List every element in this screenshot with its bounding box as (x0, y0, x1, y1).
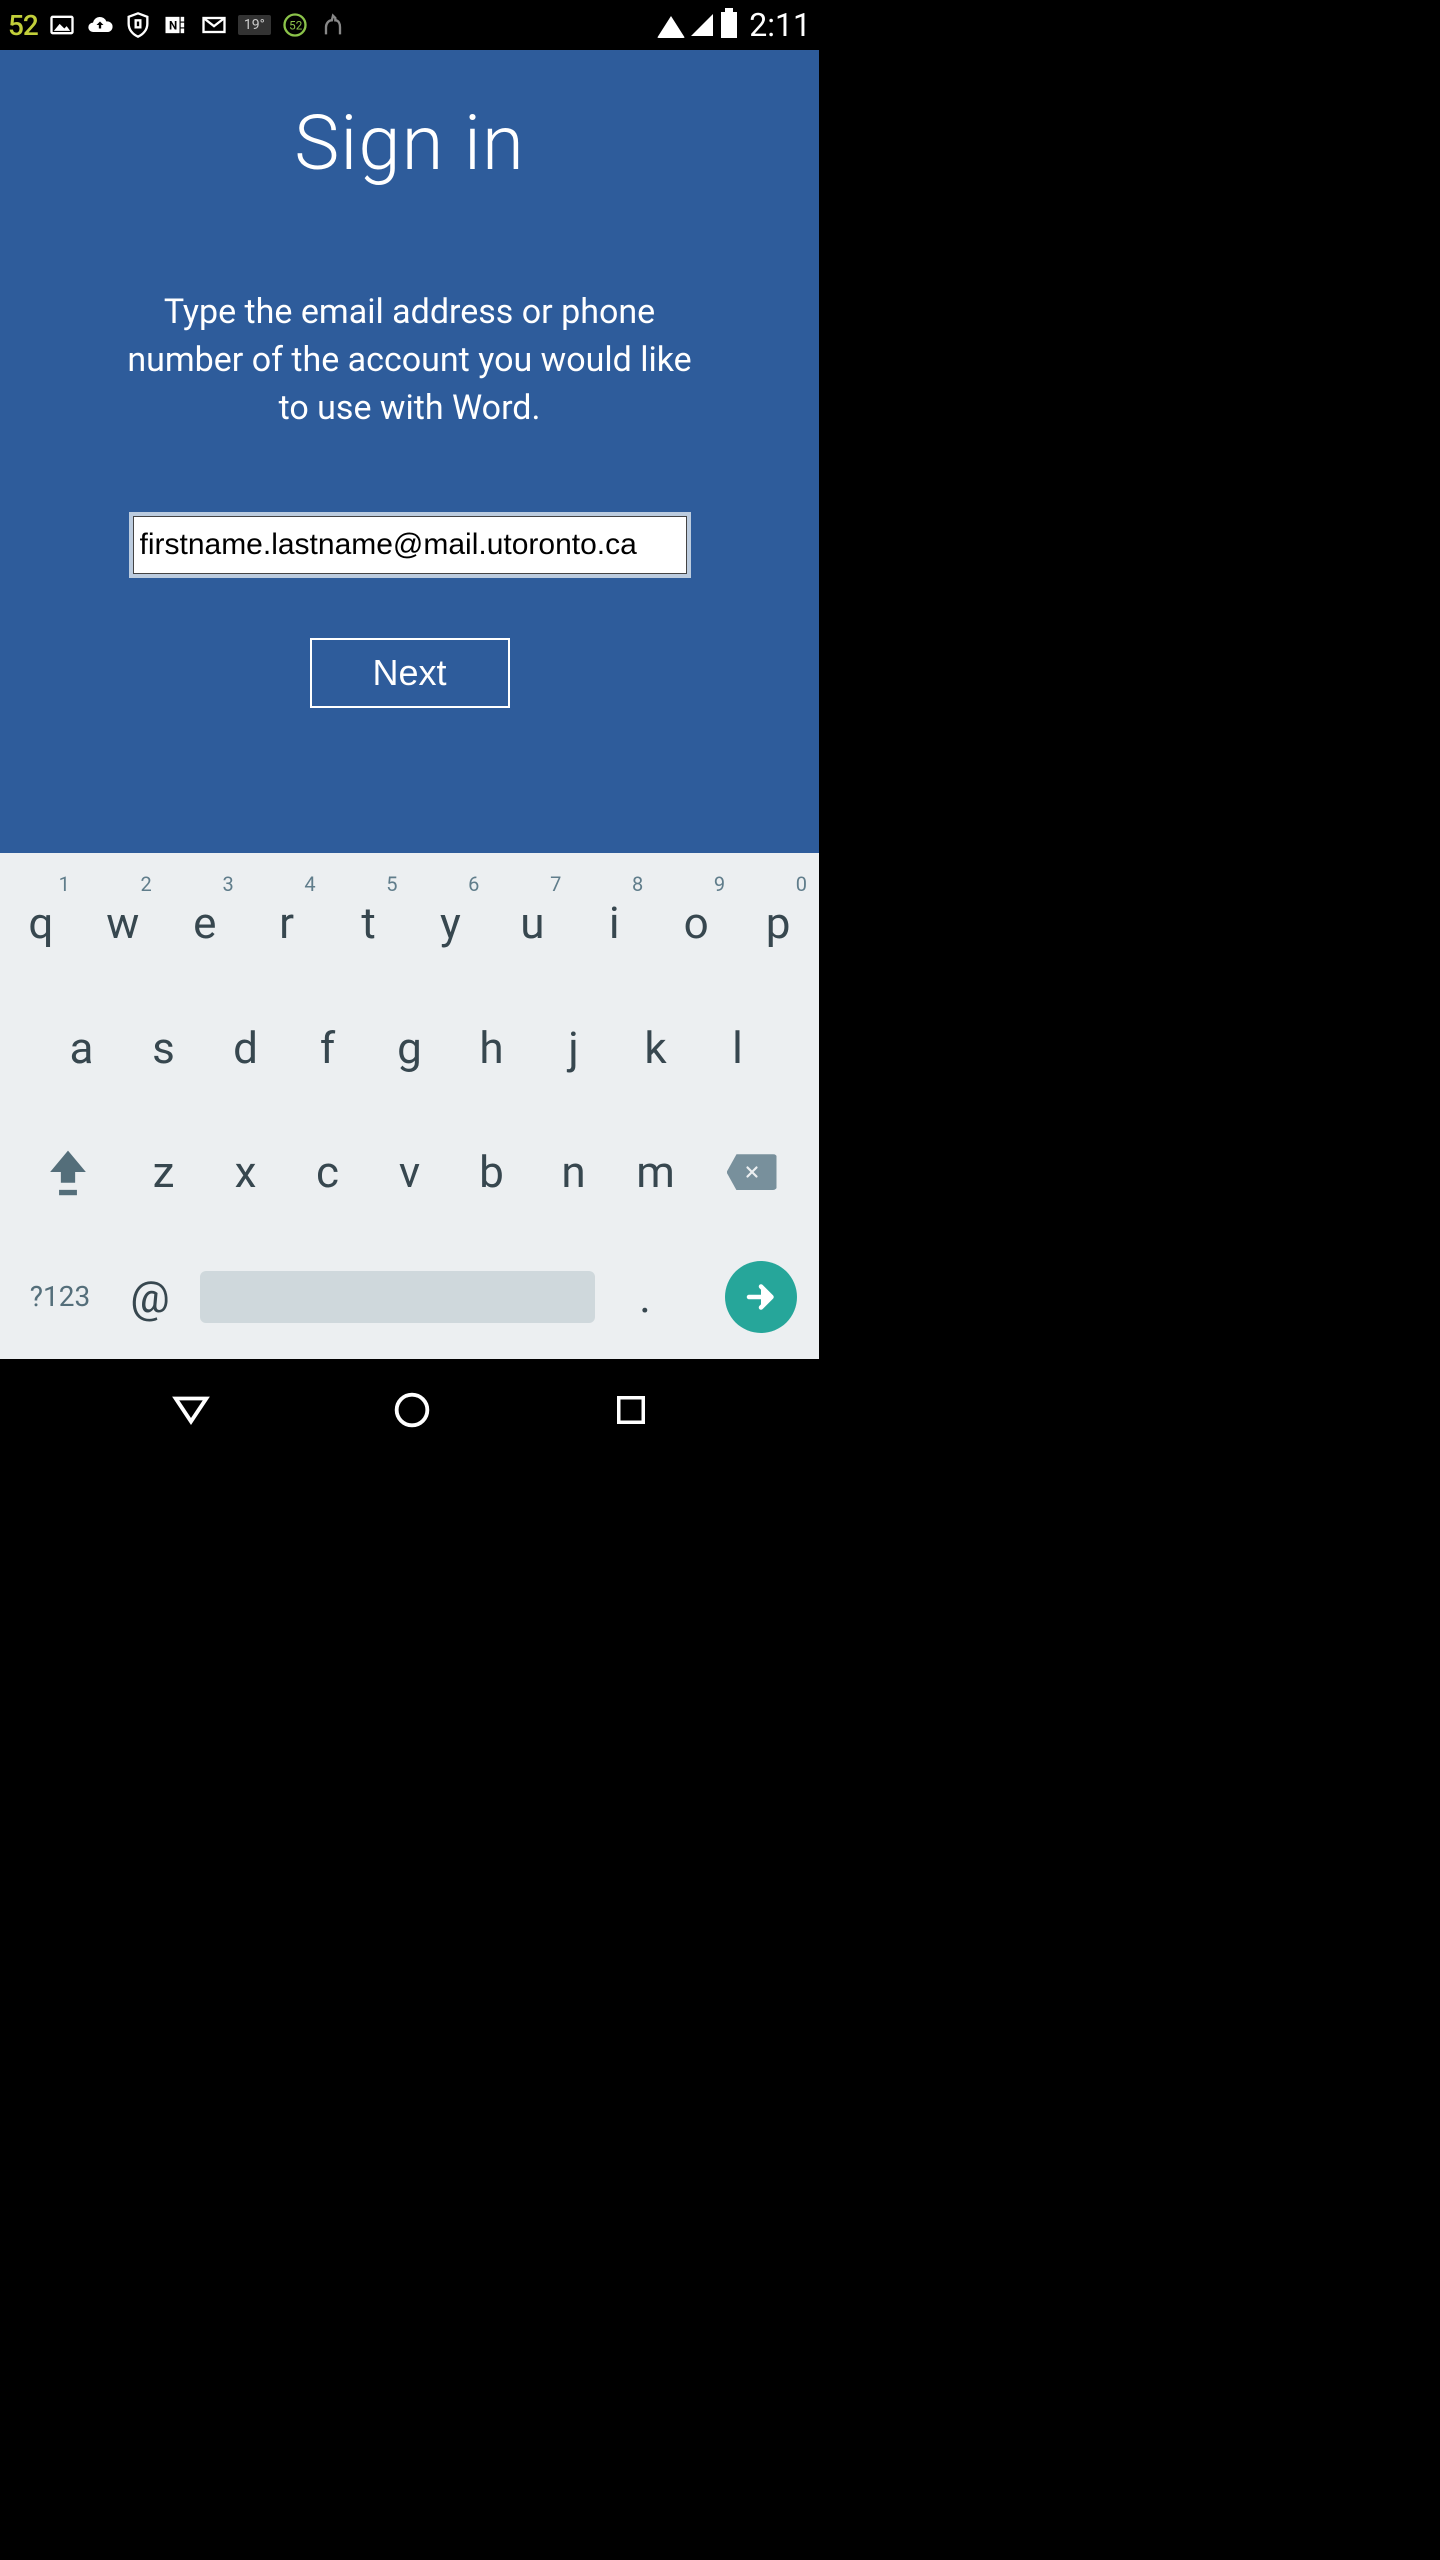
key-w[interactable]: 2w (82, 868, 164, 978)
key-y[interactable]: 6y (410, 868, 492, 978)
status-bar: 52 N 19° 52 2:11 (0, 0, 819, 50)
weather-temp: 19° (238, 15, 271, 35)
cloud-upload-icon (86, 11, 114, 39)
key-p[interactable]: 0p (737, 868, 819, 978)
email-field-wrap (129, 512, 691, 578)
key-h[interactable]: h (451, 993, 533, 1103)
android-nav-bar (0, 1359, 819, 1464)
key-i[interactable]: 8i (573, 868, 655, 978)
keyboard-row-2: asdfghjkl (0, 986, 819, 1111)
spacebar-key[interactable] (200, 1271, 595, 1323)
key-b[interactable]: b (451, 1117, 533, 1227)
svg-text:N: N (169, 19, 177, 33)
shield-icon (124, 11, 152, 39)
key-a[interactable]: a (41, 993, 123, 1103)
image-icon (48, 11, 76, 39)
llama-icon (319, 11, 347, 39)
onenote-icon: N (162, 11, 190, 39)
period-key[interactable]: . (605, 1271, 685, 1323)
clock: 2:11 (749, 6, 811, 44)
back-button[interactable] (168, 1387, 214, 1437)
at-key[interactable]: @ (110, 1271, 190, 1323)
instruction-text: Type the email address or phone number o… (110, 288, 710, 432)
key-d[interactable]: d (205, 993, 287, 1103)
key-f[interactable]: f (287, 993, 369, 1103)
key-r[interactable]: 4r (246, 868, 328, 978)
key-e[interactable]: 3e (164, 868, 246, 978)
symbols-key[interactable]: ?123 (10, 1280, 110, 1313)
shift-key[interactable] (13, 1147, 123, 1197)
key-m[interactable]: m (615, 1117, 697, 1227)
key-c[interactable]: c (287, 1117, 369, 1227)
key-o[interactable]: 9o (655, 868, 737, 978)
key-l[interactable]: l (697, 993, 779, 1103)
battery-icon (721, 12, 737, 38)
keyboard-row-1: 1q2w3e4r5t6y7u8i9o0p (0, 861, 819, 986)
key-j[interactable]: j (533, 993, 615, 1103)
backspace-key[interactable] (697, 1154, 807, 1190)
notification-count: 52 (8, 9, 38, 42)
page-title: Sign in (294, 98, 524, 188)
key-u[interactable]: 7u (491, 868, 573, 978)
key-q[interactable]: 1q (0, 868, 82, 978)
keyboard-row-3: zxcvbnm (0, 1110, 819, 1235)
status-left: 52 N 19° 52 (8, 9, 657, 42)
recents-button[interactable] (610, 1389, 652, 1435)
key-x[interactable]: x (205, 1117, 287, 1227)
gmail-icon (200, 11, 228, 39)
on-screen-keyboard: 1q2w3e4r5t6y7u8i9o0p asdfghjkl zxcvbnm ?… (0, 853, 819, 1359)
key-t[interactable]: 5t (328, 868, 410, 978)
key-k[interactable]: k (615, 993, 697, 1103)
next-button[interactable]: Next (310, 638, 510, 708)
wifi-icon (657, 16, 685, 38)
keyboard-row-4: ?123 @ . (0, 1235, 819, 1360)
key-v[interactable]: v (369, 1117, 451, 1227)
key-n[interactable]: n (533, 1117, 615, 1227)
ring-badge-icon: 52 (281, 11, 309, 39)
email-field[interactable] (133, 516, 687, 574)
key-g[interactable]: g (369, 993, 451, 1103)
enter-key[interactable] (725, 1261, 797, 1333)
key-s[interactable]: s (123, 993, 205, 1103)
status-right: 2:11 (657, 6, 811, 44)
signin-panel: Sign in Type the email address or phone … (0, 50, 819, 853)
key-z[interactable]: z (123, 1117, 205, 1227)
home-button[interactable] (389, 1387, 435, 1437)
signal-icon (691, 14, 713, 36)
svg-text:52: 52 (289, 19, 303, 33)
